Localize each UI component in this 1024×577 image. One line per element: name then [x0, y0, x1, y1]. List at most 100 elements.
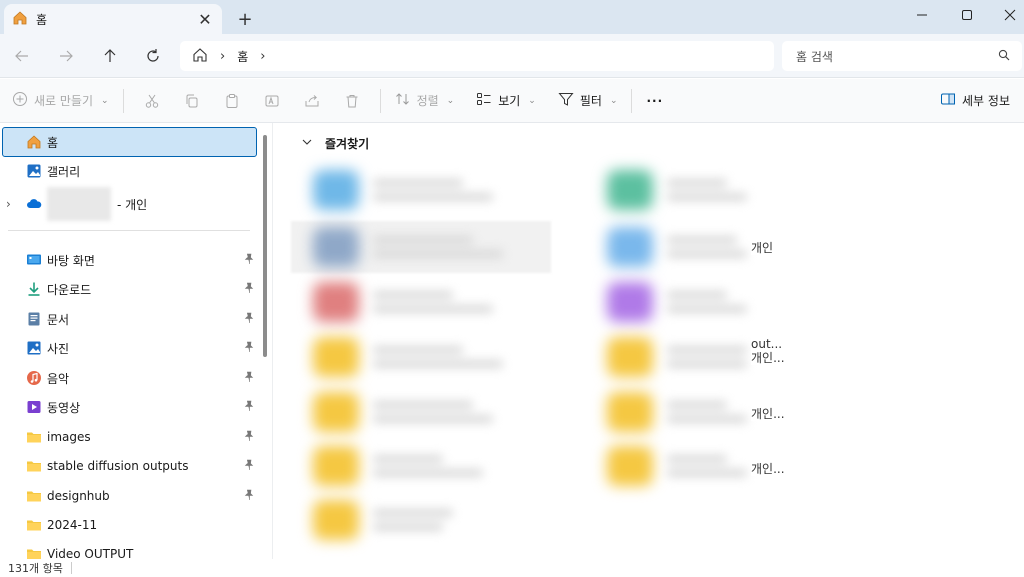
sidebar-item-images[interactable]: images — [0, 422, 258, 452]
copy-icon[interactable] — [172, 85, 212, 117]
close-window-icon[interactable] — [988, 0, 1024, 30]
favorite-item[interactable] — [583, 220, 813, 274]
favorite-item-text-redacted — [373, 285, 493, 319]
more-options-icon[interactable]: ··· — [640, 85, 669, 117]
chevron-down-icon: ⌄ — [446, 95, 455, 106]
tab-home[interactable]: 홈 ✕ — [4, 4, 222, 34]
sidebar-item-designhub[interactable]: designhub — [0, 481, 258, 511]
filter-button[interactable]: 필터 ⌄ — [552, 85, 624, 117]
title-bar: 홈 ✕ + — [0, 0, 1024, 34]
paste-icon[interactable] — [212, 85, 252, 117]
favorite-item-icon — [607, 170, 653, 210]
favorite-item[interactable] — [313, 330, 543, 384]
close-tab-icon[interactable]: ✕ — [196, 10, 214, 29]
sidebar-item-music[interactable]: 음악 — [0, 363, 258, 393]
folder-icon — [607, 337, 653, 377]
sidebar-item-documents[interactable]: 문서 — [0, 304, 258, 334]
chevron-right-icon[interactable]: › — [260, 49, 265, 64]
search-input[interactable]: 홈 검색 — [782, 41, 1022, 71]
favorite-item-text-redacted — [373, 340, 503, 374]
favorite-item-text-redacted — [373, 503, 453, 537]
favorite-item-suffix: out... 개인... — [751, 337, 785, 365]
delete-icon[interactable] — [332, 85, 372, 117]
search-placeholder: 홈 검색 — [796, 49, 833, 64]
favorite-item[interactable] — [313, 163, 543, 217]
pin-icon[interactable] — [244, 371, 254, 386]
favorite-item[interactable] — [583, 275, 813, 329]
sidebar-item-desktop[interactable]: 바탕 화면 — [0, 245, 258, 275]
favorite-item[interactable] — [583, 163, 813, 217]
details-pane-button[interactable]: 세부 정보 — [934, 85, 1016, 117]
pin-icon[interactable] — [244, 312, 254, 327]
desktop-icon — [26, 252, 42, 268]
video-icon — [26, 399, 42, 415]
up-icon[interactable] — [96, 43, 124, 69]
sidebar-item-home[interactable]: 홈 — [2, 127, 257, 157]
folder-icon — [607, 446, 653, 486]
folder-icon — [313, 500, 359, 540]
chevron-right-icon[interactable]: › — [6, 197, 11, 211]
back-icon[interactable] — [8, 43, 36, 69]
section-title: 즐겨찾기 — [325, 137, 370, 151]
sidebar-item-gallery[interactable]: 갤러리 — [0, 156, 258, 186]
pin-icon[interactable] — [244, 253, 254, 268]
chevron-down-icon[interactable] — [301, 136, 313, 151]
status-bar: 131개 항목 — [0, 559, 1024, 577]
favorite-item[interactable] — [313, 493, 543, 547]
favorites-header[interactable]: 즐겨찾기 — [301, 135, 369, 152]
favorite-item-text-redacted — [667, 173, 747, 207]
folder-icon — [26, 488, 42, 504]
view-list-icon — [476, 91, 492, 110]
navigation-bar: › 홈 › 홈 검색 — [0, 34, 1024, 78]
folder-icon — [313, 337, 359, 377]
view-button[interactable]: 보기 ⌄ — [470, 85, 542, 117]
sidebar-item-label: 사진 — [47, 341, 70, 356]
pin-icon[interactable] — [244, 489, 254, 504]
breadcrumb-home[interactable]: 홈 — [237, 48, 248, 65]
rename-icon[interactable] — [252, 85, 292, 117]
address-bar[interactable]: › 홈 › — [180, 41, 774, 71]
favorite-item[interactable] — [313, 439, 543, 493]
sort-button[interactable]: 정렬 ⌄ — [389, 85, 461, 117]
refresh-icon[interactable] — [139, 43, 167, 69]
favorite-item[interactable] — [313, 385, 543, 439]
home-outline-icon[interactable] — [192, 47, 208, 66]
sidebar-item-onedrive[interactable]: › - 개인 — [0, 185, 258, 223]
sidebar-item-2024-11[interactable]: 2024-11 — [0, 510, 258, 540]
pictures-icon — [26, 340, 42, 356]
forward-icon[interactable] — [52, 43, 80, 69]
favorite-item-text-redacted — [667, 285, 747, 319]
cut-icon[interactable] — [132, 85, 172, 117]
favorite-item[interactable] — [313, 220, 543, 274]
tab-title: 홈 — [36, 12, 48, 27]
toolbar-divider — [631, 88, 633, 113]
minimize-icon[interactable] — [900, 0, 944, 30]
add-circle-icon — [12, 91, 28, 110]
pin-icon[interactable] — [244, 400, 254, 415]
chevron-down-icon: ⌄ — [609, 95, 618, 106]
favorite-item[interactable] — [313, 275, 543, 329]
sidebar-item-pictures[interactable]: 사진 — [0, 333, 258, 363]
maximize-icon[interactable] — [945, 0, 989, 30]
new-button[interactable]: 새로 만들기 ⌄ — [6, 85, 115, 117]
pin-icon[interactable] — [244, 282, 254, 297]
sidebar-item-videos[interactable]: 동영상 — [0, 392, 258, 422]
pin-icon[interactable] — [244, 341, 254, 356]
sidebar-item-label: 음악 — [47, 371, 70, 386]
new-tab-button[interactable]: + — [234, 8, 256, 30]
pin-icon[interactable] — [244, 430, 254, 445]
sidebar-scrollbar[interactable] — [263, 135, 267, 357]
home-icon — [12, 10, 28, 29]
share-icon[interactable] — [292, 85, 332, 117]
music-icon — [26, 370, 42, 386]
favorite-item-text-redacted — [667, 230, 747, 264]
pin-icon[interactable] — [244, 459, 254, 474]
download-icon — [26, 281, 42, 297]
favorite-item-text-redacted — [373, 173, 493, 207]
sidebar-item-stable-diffusion-outputs[interactable]: stable diffusion outputs — [0, 451, 258, 481]
chevron-right-icon[interactable]: › — [220, 49, 225, 64]
chevron-down-icon: ⌄ — [528, 95, 536, 106]
sidebar-item-downloads[interactable]: 다운로드 — [0, 274, 258, 304]
favorite-item-icon — [607, 282, 653, 322]
toolbar-divider — [122, 88, 124, 113]
